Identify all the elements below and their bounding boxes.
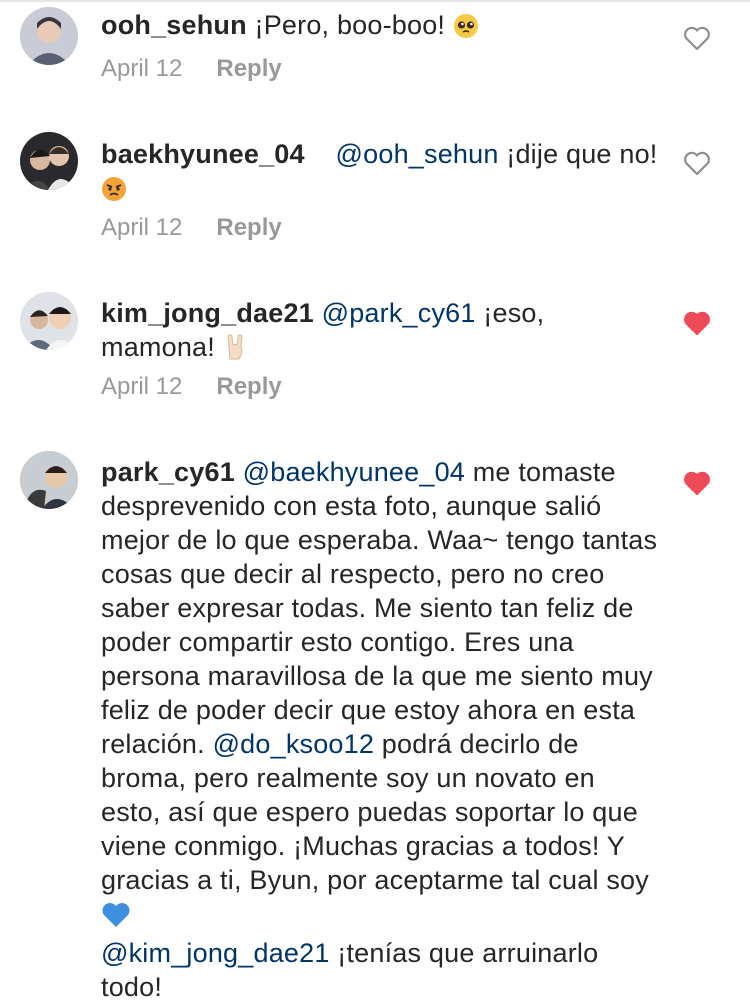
avatar[interactable] <box>20 451 78 509</box>
avatar[interactable] <box>20 292 78 350</box>
comment-meta: April 12 Reply <box>101 54 282 84</box>
reply-button[interactable]: Reply <box>216 214 281 241</box>
rock-on-hand-icon <box>223 333 249 369</box>
angry-face-icon <box>101 176 127 210</box>
comment-mention[interactable]: @park_cy61 <box>322 298 476 328</box>
like-icon[interactable] <box>683 25 711 51</box>
comment-body: ¡dije que no! <box>498 139 658 169</box>
avatar[interactable] <box>20 7 78 65</box>
reply-button[interactable]: Reply <box>216 55 281 82</box>
avatar[interactable] <box>20 132 78 190</box>
comment-date: April 12 <box>101 373 183 400</box>
blue-heart-icon <box>101 902 131 936</box>
top-divider <box>0 0 750 2</box>
comment-body: me tomaste desprevenido con esta foto, a… <box>101 457 658 759</box>
comment-username[interactable]: park_cy61 <box>101 457 235 487</box>
comment-username[interactable]: ooh_sehun <box>101 10 247 40</box>
like-icon[interactable] <box>683 150 711 176</box>
comment-mention[interactable]: @do_ksoo12 <box>213 729 375 759</box>
comment-text: kim_jong_dae21 @park_cy61 ¡eso, mamona! <box>101 296 661 369</box>
comment-meta: April 12 Reply <box>101 213 282 243</box>
comment-mention[interactable]: @kim_jong_dae21 <box>101 938 330 968</box>
comment-date: April 12 <box>101 214 183 241</box>
comment-body: ¡Pero, boo-boo! <box>246 10 453 40</box>
liked-heart-icon[interactable] <box>683 310 711 336</box>
comment-text: park_cy61 @baekhyunee_04 me tomaste desp… <box>101 455 661 1004</box>
comment-date: April 12 <box>101 55 183 82</box>
comment-username[interactable]: kim_jong_dae21 <box>101 298 314 328</box>
reply-button[interactable]: Reply <box>216 373 281 400</box>
comment-meta: April 12 Reply <box>101 372 282 402</box>
comment-text: baekhyunee_04 @ooh_sehun ¡dije que no! <box>101 137 661 210</box>
pleading-face-icon <box>453 13 479 47</box>
comment-mention[interactable]: @ooh_sehun <box>336 139 499 169</box>
comment-username[interactable]: baekhyunee_04 <box>101 139 305 169</box>
comment-text: ooh_sehun ¡Pero, boo-boo! <box>101 8 661 47</box>
liked-heart-icon[interactable] <box>683 470 711 496</box>
comment-mention[interactable]: @baekhyunee_04 <box>243 457 465 487</box>
